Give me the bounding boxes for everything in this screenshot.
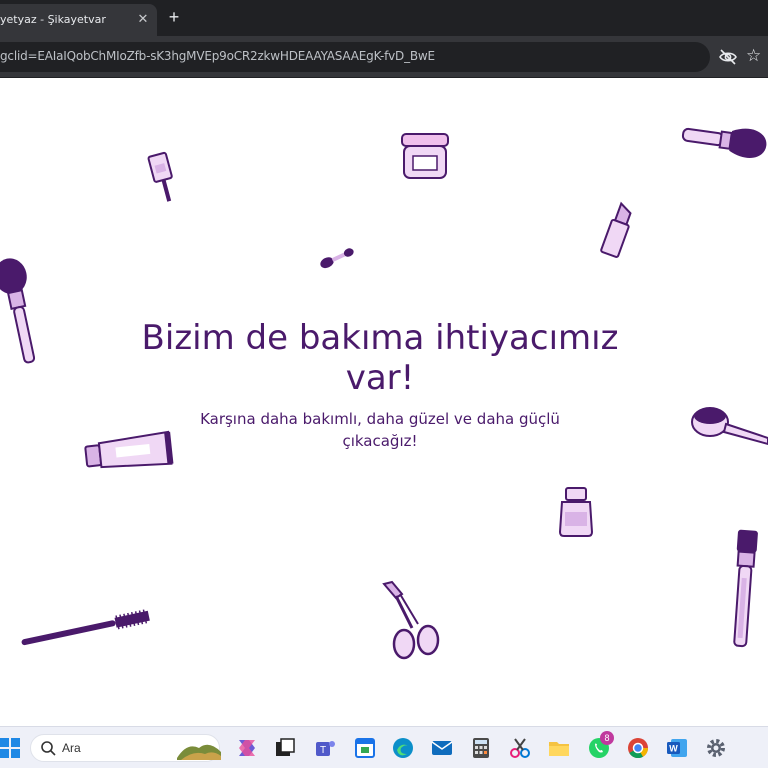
search-placeholder: Ara: [62, 741, 81, 755]
cream-jar-icon: [401, 133, 449, 179]
svg-text:W: W: [669, 744, 678, 754]
edge-icon[interactable]: [391, 736, 415, 760]
facial-cleansing-brush-icon: [691, 407, 768, 446]
cream-tube-icon: [84, 430, 174, 469]
eyeshadow-applicator-icon: [320, 248, 354, 269]
search-icon: [41, 741, 56, 756]
search-highlight-art-icon: [177, 744, 221, 760]
settings-icon[interactable]: [704, 736, 728, 760]
mail-icon[interactable]: [430, 736, 454, 760]
eye-off-icon[interactable]: [718, 47, 738, 67]
taskbar-search[interactable]: Ara: [30, 734, 221, 762]
blush-brush-icon: [0, 258, 36, 364]
whatsapp-badge: 8: [600, 731, 614, 745]
contour-brush-icon: [733, 529, 758, 648]
address-bar-row: gclid=EAIaIQobChMIoZfb-sK3hgMVEp9oCR2zkw…: [0, 36, 768, 78]
snipping-tool-icon[interactable]: [508, 736, 532, 760]
tab-close-icon[interactable]: ✕: [135, 11, 151, 27]
copilot-icon[interactable]: [235, 736, 259, 760]
foundation-bottle-icon: [558, 487, 594, 537]
page-content: Bizim de bakıma ihtiyacımız var! Karşına…: [0, 78, 768, 726]
browser-tab-strip: yetyaz - Şikayetvar ✕ +: [0, 0, 768, 36]
nail-polish-icon: [147, 151, 173, 202]
bookmark-star-icon[interactable]: ☆: [746, 46, 766, 66]
address-field[interactable]: gclid=EAIaIQobChMIoZfb-sK3hgMVEp9oCR2zkw…: [0, 42, 710, 72]
powder-brush-icon: [681, 127, 767, 158]
chrome-icon[interactable]: [626, 736, 650, 760]
tab-title: yetyaz - Şikayetvar: [0, 13, 106, 26]
address-url: gclid=EAIaIQobChMIoZfb-sK3hgMVEp9oCR2zkw…: [0, 49, 435, 63]
page-subtitle: Karşına daha bakımlı, daha güzel ve daha…: [200, 410, 560, 450]
mascara-wand-icon: [21, 609, 150, 646]
page-title: Bizim de bakıma ihtiyacımız var!: [141, 318, 619, 398]
lipstick-icon: [600, 201, 632, 258]
windows-start-icon[interactable]: [0, 738, 20, 758]
active-tab[interactable]: yetyaz - Şikayetvar ✕: [0, 4, 157, 36]
eyelash-curler-icon: [382, 580, 440, 660]
calendar-icon[interactable]: [353, 736, 377, 760]
file-explorer-icon[interactable]: [547, 736, 571, 760]
teams-icon[interactable]: T: [313, 736, 337, 760]
svg-text:T: T: [320, 745, 326, 756]
new-tab-button[interactable]: +: [165, 6, 183, 28]
windows-taskbar: Ara T 8 W: [0, 726, 768, 768]
task-view-icon[interactable]: [273, 736, 297, 760]
word-icon[interactable]: W: [665, 736, 689, 760]
calculator-icon[interactable]: [469, 736, 493, 760]
